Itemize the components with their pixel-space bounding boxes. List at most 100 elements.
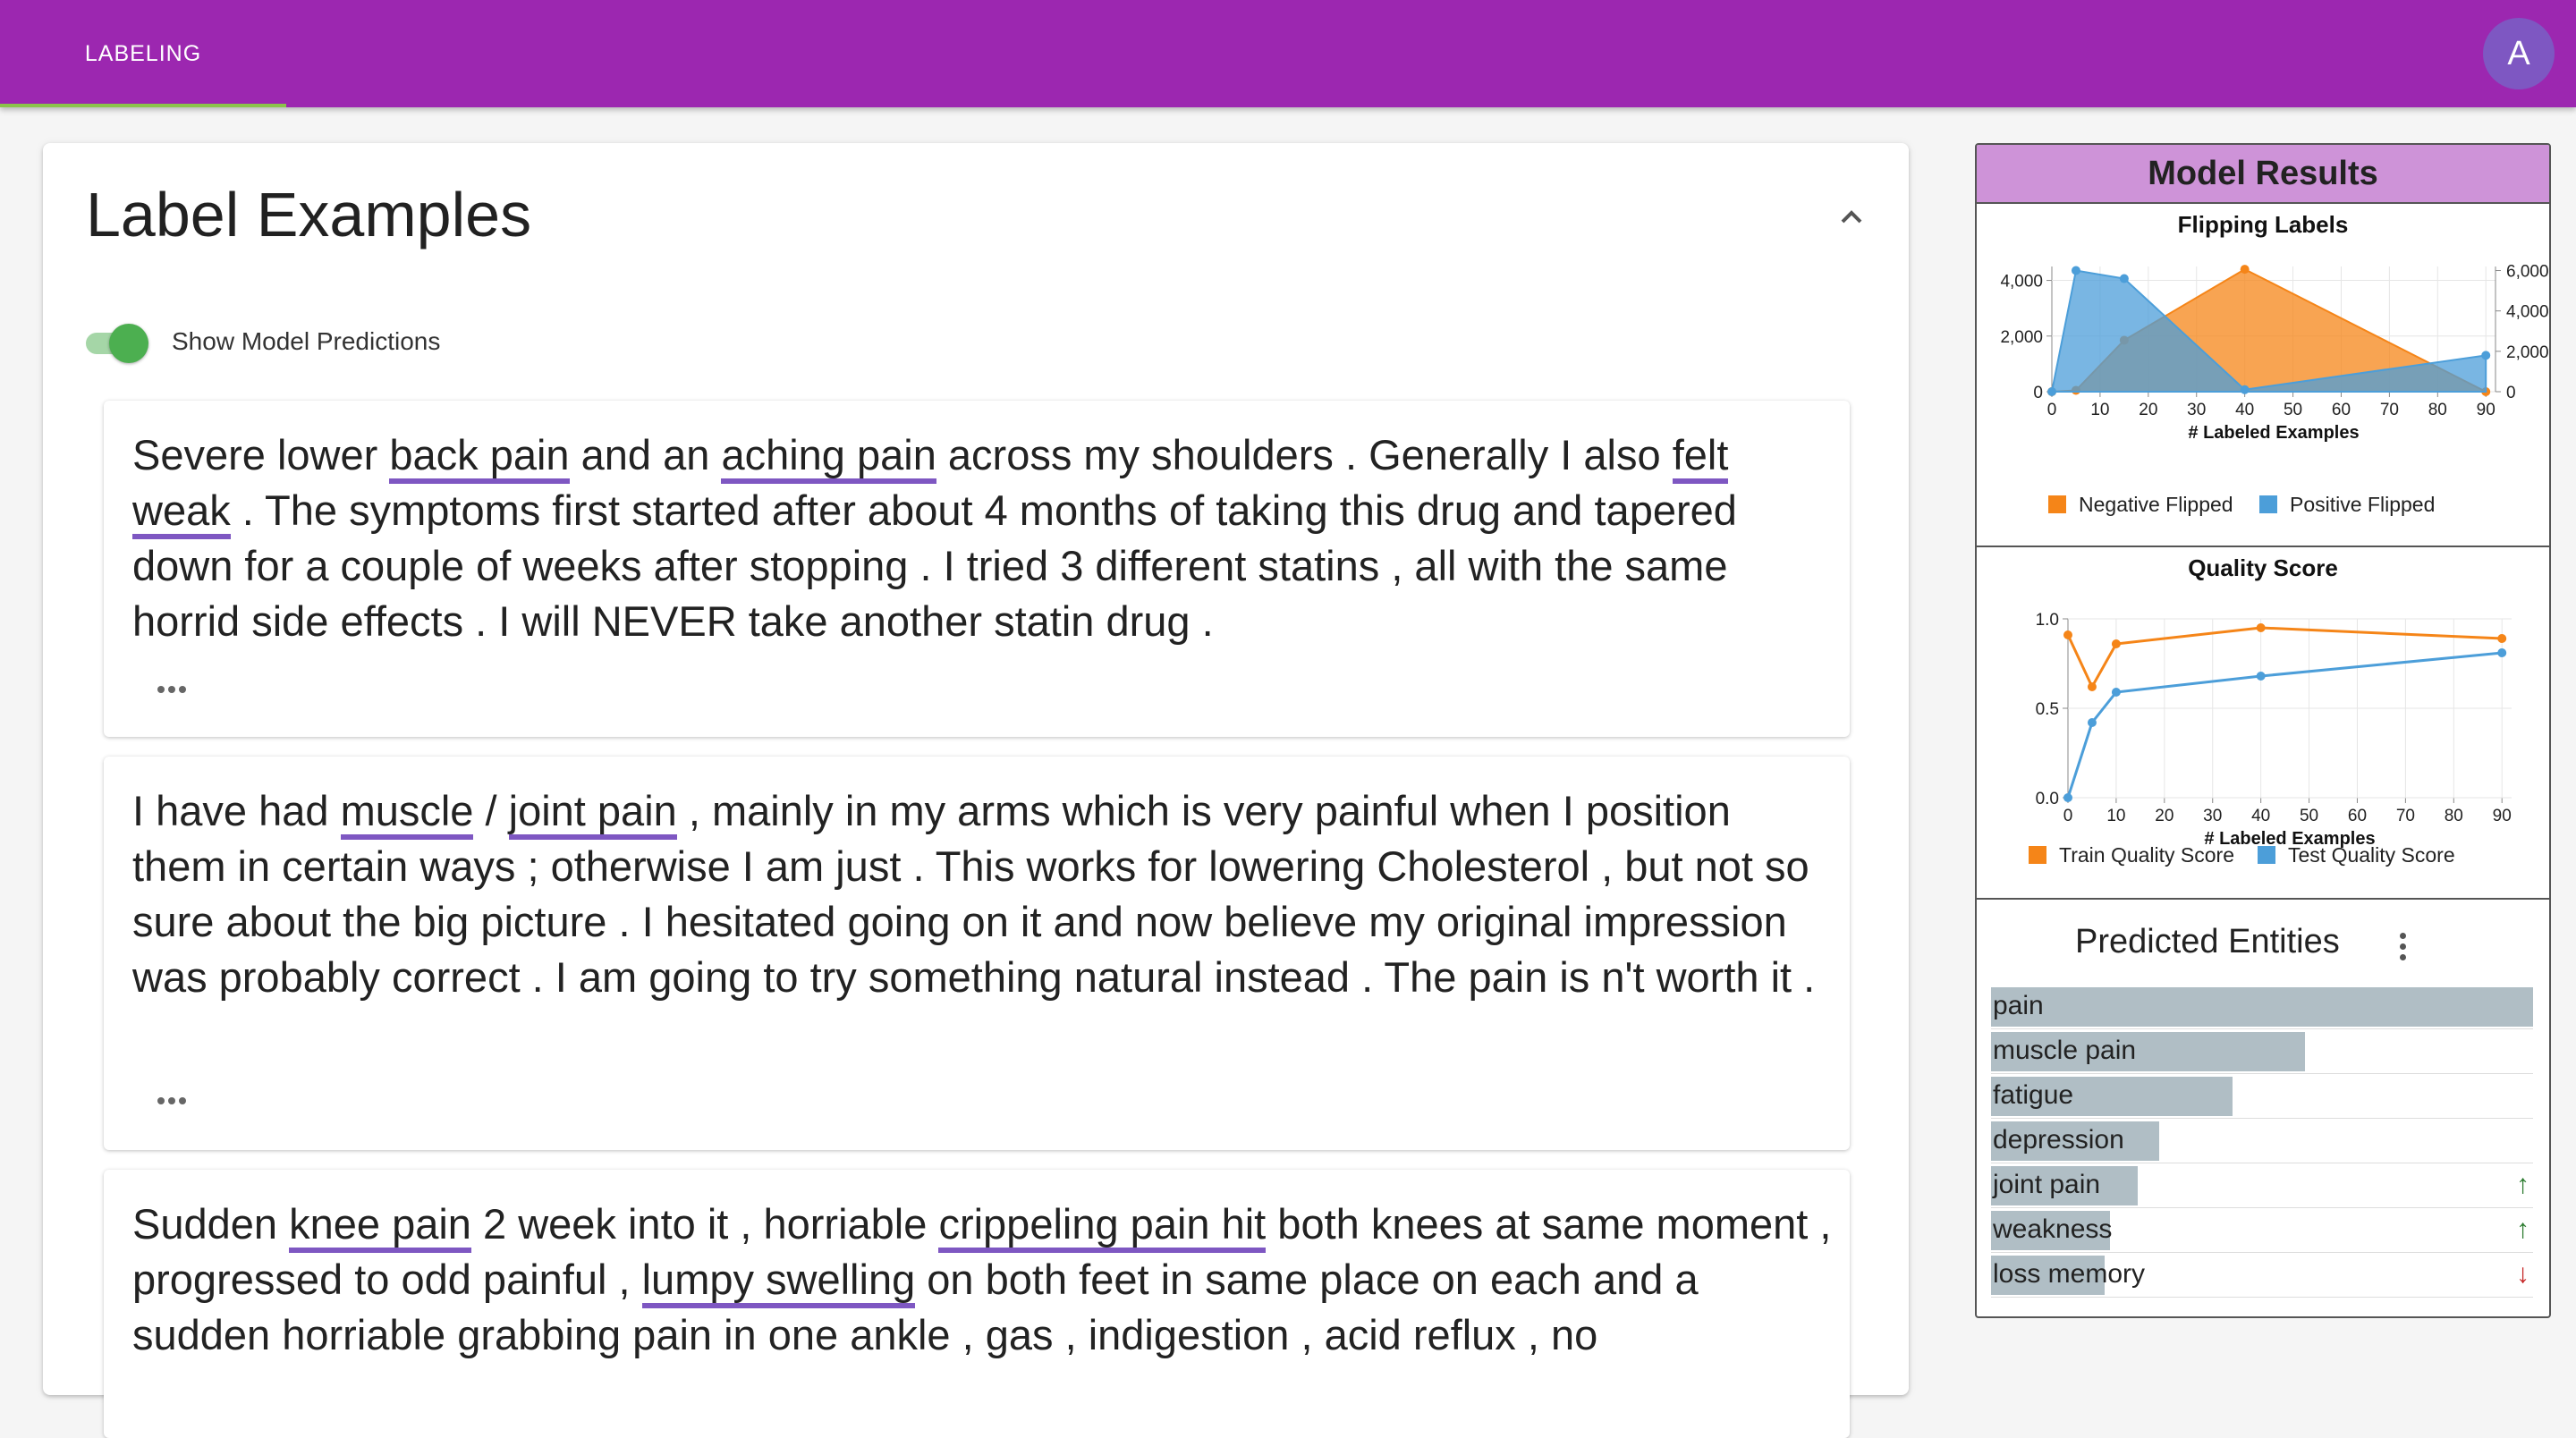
app-bar: LABELING A (0, 0, 2576, 107)
x-tick-label: 30 (2203, 807, 2222, 825)
y-tick-label-right: 0 (2506, 384, 2516, 402)
y-tick-label-right: 2,000 (2506, 343, 2549, 362)
entity-highlight[interactable]: crippeling pain hit (938, 1200, 1267, 1253)
x-tick-label: 30 (2187, 401, 2206, 419)
example-card: Severe lower back pain and an aching pai… (104, 401, 1850, 737)
x-tick-label: 70 (2396, 807, 2415, 825)
x-tick-label: 40 (2235, 401, 2254, 419)
entity-highlight[interactable]: joint pain (508, 787, 677, 840)
example-text-segment: 2 week into it , horriable (470, 1200, 939, 1248)
legend-label: Test Quality Score (2288, 843, 2455, 867)
legend-label: Positive Flipped (2290, 493, 2435, 516)
example-text: Severe lower back pain and an aching pai… (132, 427, 1832, 649)
x-tick-label: 20 (2139, 401, 2157, 419)
tab-labeling[interactable]: LABELING (0, 0, 286, 107)
label-examples-card: Label Examples Show Model Predictions Se… (43, 143, 1909, 1438)
y-tick-label: 2,000 (2000, 328, 2043, 347)
x-tick-label: 80 (2428, 401, 2447, 419)
data-point (2256, 672, 2266, 681)
series-line (2066, 626, 2503, 690)
y-tick-label: 4,000 (2000, 273, 2043, 292)
collapse-button[interactable] (1830, 195, 1873, 238)
x-tick-label: 20 (2155, 807, 2174, 825)
x-tick-label: 70 (2380, 401, 2399, 419)
example-text-segment: / (473, 787, 509, 834)
data-point (2047, 387, 2056, 396)
entity-highlight[interactable]: muscle (340, 787, 474, 840)
entity-label: weakness (1993, 1214, 2113, 1244)
arrow-up-icon: ↑ (2516, 1170, 2529, 1199)
y-tick-label: 0.5 (2036, 700, 2059, 719)
data-point (2071, 266, 2080, 275)
entity-row[interactable]: joint pain ↑ (1991, 1164, 2533, 1208)
toggle-thumb (109, 324, 148, 363)
x-tick-label: 60 (2332, 401, 2351, 419)
x-tick-label: 80 (2445, 807, 2463, 825)
series-line (2066, 651, 2503, 799)
example-card: I have had muscle / joint pain , mainly … (104, 757, 1850, 1150)
arrow-down-icon: ↓ (2516, 1259, 2529, 1289)
legend-swatch (2029, 846, 2046, 864)
data-point (2111, 639, 2121, 648)
entity-label: joint pain (1993, 1170, 2101, 1199)
x-tick-label: 60 (2348, 807, 2367, 825)
data-point (2497, 648, 2507, 657)
model-results-title: Model Results (1977, 145, 2549, 204)
show-predictions-toggle[interactable] (86, 322, 148, 363)
example-text-segment: Severe lower (132, 431, 390, 478)
y-tick-label: 0 (2033, 384, 2043, 402)
x-axis-title: # Labeled Examples (2188, 423, 2359, 443)
kebab-menu-icon[interactable] (2397, 930, 2408, 966)
arrow-up-icon: ↑ (2516, 1214, 2529, 1244)
example-text: I have had muscle / joint pain , mainly … (132, 783, 1832, 1005)
example-text-segment: across my shoulders . Generally I also (936, 431, 1673, 478)
y-tick-label-right: 6,000 (2506, 263, 2549, 282)
quality-score-title: Quality Score (2188, 554, 2338, 581)
x-tick-label: 10 (2090, 401, 2109, 419)
data-point (2063, 630, 2072, 639)
entity-row[interactable]: loss memory ↓ (1991, 1254, 2533, 1298)
model-results-panel: Model Results Flipping Labels 0 10 20 30 40 5… (1975, 143, 2551, 1318)
data-point (2111, 688, 2121, 697)
entity-row[interactable]: fatigue (1991, 1075, 2533, 1119)
avatar-letter: A (2507, 34, 2530, 72)
more-options-icon[interactable] (157, 681, 193, 699)
entity-row[interactable]: pain (1991, 985, 2533, 1029)
x-tick-label: 40 (2251, 807, 2270, 825)
data-point (2256, 623, 2266, 632)
x-tick-label: 90 (2477, 401, 2496, 419)
entity-row[interactable]: weakness ↑ (1991, 1209, 2533, 1253)
entity-row[interactable]: muscle pain (1991, 1030, 2533, 1074)
x-tick-label: 0 (2063, 807, 2073, 825)
data-point (2119, 274, 2129, 283)
data-point (2087, 718, 2097, 727)
active-tab-indicator (0, 104, 286, 107)
page-title: Label Examples (86, 180, 532, 250)
entity-label: muscle pain (1993, 1036, 2137, 1065)
predicted-entities-title: Predicted Entities (2075, 923, 2340, 960)
entity-highlight[interactable]: aching pain (721, 431, 936, 484)
entity-label: fatigue (1993, 1080, 2074, 1110)
legend-swatch (2258, 846, 2275, 864)
quality-score-chart: 0 10 20 30 40 50 60 70 80 90# Labeled Examples0.0… (2029, 611, 2512, 867)
entity-label: depression (1993, 1125, 2124, 1155)
example-text-segment: I have had (132, 787, 341, 834)
entity-highlight[interactable]: lumpy swelling (641, 1256, 916, 1308)
x-tick-label: 0 (2047, 401, 2057, 419)
y-tick-label-right: 4,000 (2506, 303, 2549, 322)
entity-row[interactable]: depression (1991, 1120, 2533, 1163)
y-tick-label: 0.0 (2036, 790, 2059, 808)
entity-count-bar (1991, 987, 2533, 1027)
x-tick-label: 10 (2106, 807, 2125, 825)
entity-highlight[interactable]: knee pain (289, 1200, 471, 1253)
tab-labeling-label: LABELING (84, 40, 202, 66)
data-point (2497, 634, 2507, 643)
entity-highlight[interactable]: back pain (389, 431, 570, 484)
avatar[interactable]: A (2483, 18, 2555, 89)
legend-label: Train Quality Score (2059, 843, 2234, 867)
legend-label: Negative Flipped (2079, 493, 2233, 516)
flipping-labels-chart: 0 10 20 30 40 50 60 70 80 90 # Labeled Examples 0 2,… (2000, 263, 2549, 516)
x-tick-label: 50 (2284, 401, 2302, 419)
more-options-icon[interactable] (157, 1093, 193, 1111)
divider (1977, 898, 2549, 900)
